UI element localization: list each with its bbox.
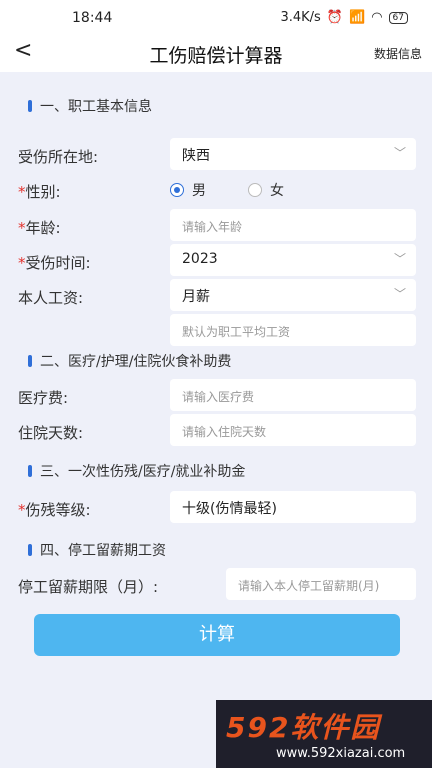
wifi-icon: ◠ [371,10,383,25]
leave-period-placeholder: 请输入本人停工留薪期(月) [238,579,380,593]
section-marker [28,465,32,477]
hospital-days-input[interactable]: 请输入住院天数 [170,414,416,446]
data-info-button[interactable]: 数据信息 [374,45,422,62]
watermark: 592软件园 www.592xiazai.com [216,700,432,768]
watermark-brand: 592软件园 [226,711,381,744]
gender-female-radio[interactable]: 女 [248,180,284,200]
salary-placeholder: 默认为职工平均工资 [182,325,291,339]
status-bar: 18:44 3.4K/s ⏰ 📶 ◠ 67 [0,0,432,36]
signal-icon: 📶 [349,10,366,25]
leave-period-input[interactable]: 请输入本人停工留薪期(月) [226,568,416,600]
watermark-url: www.592xiazai.com [276,746,406,761]
section-disability: 三、一次性伤残/医疗/就业补助金 [28,461,245,481]
leave-period-label: 停工留薪期限（月）: [18,578,159,596]
status-icons: 3.4K/s ⏰ 📶 ◠ 67 [280,10,408,25]
gender-male-radio[interactable]: 男 [170,180,206,200]
hospital-days-label: 住院天数: [18,424,84,442]
section-marker [28,100,32,112]
salary-input[interactable]: 默认为职工平均工资 [170,314,416,346]
chevron-down-icon: ﹀ [393,252,406,266]
section-marker [28,355,32,367]
medical-fee-label: 医疗费: [18,389,69,407]
battery-icon: 67 [388,11,408,24]
radio-unchecked-icon [248,183,262,197]
gender-label: *性别: [18,183,61,201]
hospital-days-placeholder: 请输入住院天数 [182,425,267,439]
age-input[interactable]: 请输入年龄 [170,209,416,241]
medical-fee-placeholder: 请输入医疗费 [182,390,255,404]
section-leave-wage: 四、停工留薪期工资 [28,540,166,560]
section-title: 四、停工留薪期工资 [40,543,166,559]
location-value: 陕西 [182,148,210,164]
injury-time-value: 2023 [182,251,218,267]
disability-level-label: *伤残等级: [18,501,91,519]
network-speed: 3.4K/s [280,10,321,25]
section-title: 二、医疗/护理/住院伙食补助费 [40,354,232,370]
alarm-icon: ⏰ [326,10,344,25]
age-placeholder: 请输入年龄 [182,220,243,234]
section-title: 三、一次性伤残/医疗/就业补助金 [40,464,246,480]
radio-checked-icon [170,183,184,197]
status-time: 18:44 [72,10,113,26]
salary-label: 本人工资: [18,289,84,307]
disability-level-select[interactable]: 十级(伤情最轻) [170,491,416,523]
calculate-button[interactable]: 计算 [34,614,400,656]
section-marker [28,544,32,556]
salary-type-select[interactable]: 月薪 ﹀ [170,279,416,311]
medical-fee-input[interactable]: 请输入医疗费 [170,379,416,411]
nav-bar: < 工伤赔偿计算器 数据信息 [0,36,432,72]
location-label: 受伤所在地: [18,148,99,166]
disability-level-value: 十级(伤情最轻) [182,501,277,517]
injury-time-label: *受伤时间: [18,254,91,272]
section-medical: 二、医疗/护理/住院伙食补助费 [28,351,231,371]
age-label: *年龄: [18,219,61,237]
page-title: 工伤赔偿计算器 [149,45,283,67]
location-select[interactable]: 陕西 ﹀ [170,138,416,170]
section-title: 一、职工基本信息 [40,99,152,115]
chevron-down-icon: ﹀ [393,287,406,301]
chevron-down-icon: ﹀ [393,146,406,160]
injury-time-select[interactable]: 2023 ﹀ [170,244,416,276]
section-basic-info: 一、职工基本信息 [28,96,152,116]
salary-type-value: 月薪 [182,289,210,305]
